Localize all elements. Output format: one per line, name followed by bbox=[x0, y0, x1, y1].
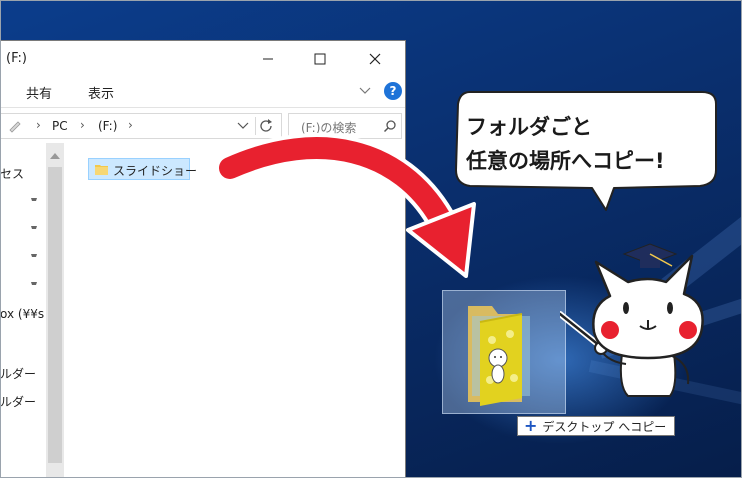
nav-item-folder[interactable]: ルダー bbox=[0, 393, 36, 410]
breadcrumb-pc[interactable]: PC bbox=[52, 119, 68, 133]
drop-tooltip: + デスクトップ へコピー bbox=[517, 416, 676, 436]
close-button[interactable] bbox=[355, 45, 395, 73]
folder-name: スライドショー bbox=[113, 164, 198, 178]
explorer-window: (F:) 共有 表示 ? › PC › (F:) › (F:)の検索 セス ox… bbox=[0, 40, 406, 478]
folder-item[interactable]: スライドショー bbox=[88, 158, 197, 180]
file-list: スライドショー bbox=[64, 143, 405, 478]
help-button[interactable]: ? bbox=[384, 82, 402, 100]
drop-tooltip-text: デスクトップ へコピー bbox=[542, 419, 667, 434]
pin-icon[interactable] bbox=[28, 223, 40, 235]
bubble-line-1: フォルダごと bbox=[466, 115, 592, 139]
dragged-folder-icon bbox=[468, 306, 530, 406]
scroll-up-icon[interactable] bbox=[49, 151, 61, 161]
drive-icon bbox=[9, 121, 21, 133]
folder-icon bbox=[95, 165, 108, 175]
breadcrumb-separator[interactable]: › bbox=[80, 118, 85, 132]
ribbon: 共有 表示 ? bbox=[0, 75, 405, 108]
refresh-button[interactable] bbox=[255, 117, 278, 135]
breadcrumb-separator[interactable]: › bbox=[128, 118, 133, 132]
nav-item-folder[interactable]: ルダー bbox=[0, 365, 36, 382]
nav-item-quick-access[interactable]: セス bbox=[0, 165, 24, 182]
close-icon bbox=[369, 53, 381, 65]
pin-icon[interactable] bbox=[28, 279, 40, 291]
minimize-button[interactable] bbox=[248, 45, 288, 73]
address-bar[interactable]: › PC › (F:) › bbox=[0, 113, 282, 139]
scroll-thumb[interactable] bbox=[48, 167, 62, 463]
maximize-icon bbox=[314, 53, 326, 65]
pin-icon[interactable] bbox=[28, 195, 40, 207]
navigation-pane: セス ox (¥¥s ルダー ルダー bbox=[0, 143, 46, 478]
tab-view[interactable]: 表示 bbox=[88, 83, 114, 102]
window-title: (F:) bbox=[6, 51, 27, 66]
chevron-down-icon[interactable] bbox=[358, 83, 372, 97]
breadcrumb-separator[interactable]: › bbox=[36, 118, 41, 132]
nav-scrollbar[interactable] bbox=[46, 143, 64, 478]
bubble-line-2: 任意の場所へコピー! bbox=[466, 149, 665, 173]
search-icon bbox=[383, 120, 396, 133]
search-input[interactable]: (F:)の検索 bbox=[288, 113, 402, 139]
minimize-icon bbox=[263, 58, 273, 60]
pin-icon[interactable] bbox=[28, 251, 40, 263]
cat-mascot-icon bbox=[560, 243, 704, 397]
maximize-button[interactable] bbox=[300, 45, 340, 73]
search-placeholder: (F:)の検索 bbox=[301, 121, 357, 135]
title-bar[interactable]: (F:) bbox=[0, 41, 405, 75]
chevron-down-icon[interactable] bbox=[236, 118, 250, 132]
nav-item-dropbox[interactable]: ox (¥¥s bbox=[0, 307, 44, 321]
refresh-icon bbox=[260, 119, 272, 132]
plus-icon: + bbox=[524, 416, 538, 435]
tab-share[interactable]: 共有 bbox=[26, 83, 52, 102]
speech-bubble-text: フォルダごと 任意の場所へコピー! bbox=[466, 110, 706, 178]
breadcrumb-drive[interactable]: (F:) bbox=[98, 119, 117, 133]
